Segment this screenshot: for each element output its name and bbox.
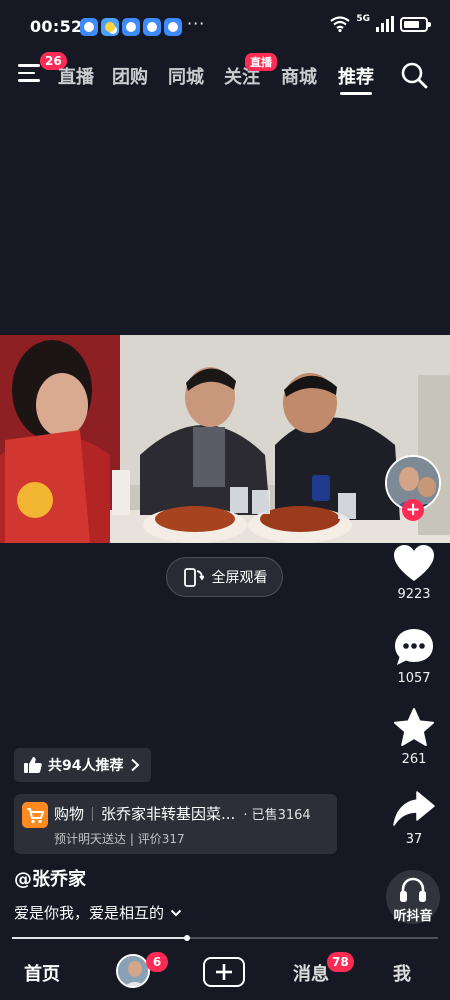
tab-recommend[interactable]: 推荐 bbox=[338, 63, 374, 89]
battery-icon bbox=[400, 16, 431, 32]
product-delivery: 预计明天送达 bbox=[54, 832, 127, 846]
product-meta: 预计明天送达 | 评价317 bbox=[54, 830, 185, 847]
friends-badge: 6 bbox=[146, 952, 168, 972]
favorite-action[interactable]: 261 bbox=[384, 708, 444, 767]
tab-nearby[interactable]: 同城 bbox=[168, 63, 204, 89]
video-player[interactable] bbox=[0, 335, 450, 543]
comment-icon bbox=[395, 629, 433, 665]
progress-played bbox=[12, 937, 187, 939]
fullscreen-button[interactable]: 全屏观看 bbox=[166, 557, 283, 597]
active-tab-indicator bbox=[340, 92, 372, 95]
chevron-right-icon bbox=[131, 758, 140, 772]
tab-mall[interactable]: 商城 bbox=[281, 63, 317, 89]
heart-icon bbox=[394, 545, 434, 581]
star-icon bbox=[394, 708, 434, 746]
signal-icon bbox=[376, 16, 394, 32]
chevron-down-icon bbox=[170, 909, 182, 916]
status-right: 5G bbox=[330, 14, 431, 32]
author-name[interactable]: @张乔家 bbox=[14, 865, 86, 891]
more-notifications-icon: ··· bbox=[187, 14, 206, 33]
video-progress-bar[interactable] bbox=[12, 935, 438, 941]
fullscreen-label: 全屏观看 bbox=[211, 570, 268, 586]
divider: | bbox=[129, 832, 138, 846]
product-title: 张乔家非转基因菜... bbox=[101, 805, 236, 823]
bottom-nav: 首页 6 消息 78 我 bbox=[0, 942, 450, 1000]
baidu-paw-icon bbox=[164, 18, 182, 36]
share-count: 37 bbox=[405, 832, 423, 847]
notification-icons bbox=[80, 18, 182, 36]
create-button[interactable] bbox=[203, 957, 245, 987]
nav-me[interactable]: 我 bbox=[393, 960, 411, 986]
top-nav: 26 直播 团购 同城 关注 直播 商城 推荐 bbox=[0, 52, 450, 100]
share-action[interactable]: 37 bbox=[384, 790, 444, 847]
product-reviews: 评价317 bbox=[137, 832, 185, 846]
product-tag: 购物 bbox=[54, 805, 85, 823]
messages-badge: 78 bbox=[327, 952, 354, 972]
thumbs-up-icon bbox=[24, 757, 42, 773]
status-time: 00:52 bbox=[30, 17, 83, 36]
listen-label: 听抖音 bbox=[393, 909, 433, 924]
nav-home[interactable]: 首页 bbox=[24, 960, 60, 986]
caption-text: 爱是你我，爱是相互的 bbox=[14, 904, 165, 922]
divider bbox=[92, 806, 94, 821]
rotate-screen-icon bbox=[183, 568, 204, 587]
baidu-paw-icon bbox=[80, 18, 98, 36]
progress-knob[interactable] bbox=[183, 935, 190, 941]
wifi-icon bbox=[330, 16, 351, 32]
recommend-chip[interactable]: 共94人推荐 bbox=[14, 748, 152, 782]
headphones-icon bbox=[400, 877, 426, 902]
video-frame-image bbox=[0, 335, 450, 543]
baidu-paw-icon bbox=[143, 18, 161, 36]
tab-group-buy[interactable]: 团购 bbox=[112, 63, 148, 89]
search-icon[interactable] bbox=[400, 61, 428, 89]
network-type: 5G bbox=[356, 14, 370, 24]
favorite-count: 261 bbox=[401, 752, 427, 767]
like-action[interactable]: 9223 bbox=[384, 545, 444, 602]
baidu-paw-icon bbox=[122, 18, 140, 36]
shopping-cart-icon bbox=[22, 802, 48, 828]
plus-icon bbox=[216, 964, 232, 980]
nav-messages[interactable]: 消息 bbox=[293, 960, 329, 986]
follow-button[interactable]: + bbox=[402, 499, 424, 521]
comment-action[interactable]: 1057 bbox=[384, 627, 444, 686]
tab-live[interactable]: 直播 bbox=[58, 63, 94, 89]
product-sold: · 已售3164 bbox=[243, 808, 311, 823]
comment-count: 1057 bbox=[397, 671, 431, 686]
weather-icon bbox=[101, 18, 119, 36]
recommend-label: 共94人推荐 bbox=[48, 758, 124, 774]
status-bar: 00:52 ··· 5G bbox=[0, 0, 450, 52]
product-card[interactable]: 购物 张乔家非转基因菜... · 已售3164 预计明天送达 | 评价317 bbox=[14, 794, 337, 854]
caption[interactable]: 爱是你我，爱是相互的 bbox=[14, 902, 182, 923]
nav-friends-avatar[interactable] bbox=[116, 954, 150, 988]
share-icon bbox=[393, 791, 435, 826]
like-count: 9223 bbox=[397, 587, 431, 602]
product-title-row: 购物 张乔家非转基因菜... · 已售3164 bbox=[54, 803, 311, 824]
menu-button[interactable] bbox=[18, 64, 44, 86]
live-badge: 直播 bbox=[245, 53, 277, 71]
